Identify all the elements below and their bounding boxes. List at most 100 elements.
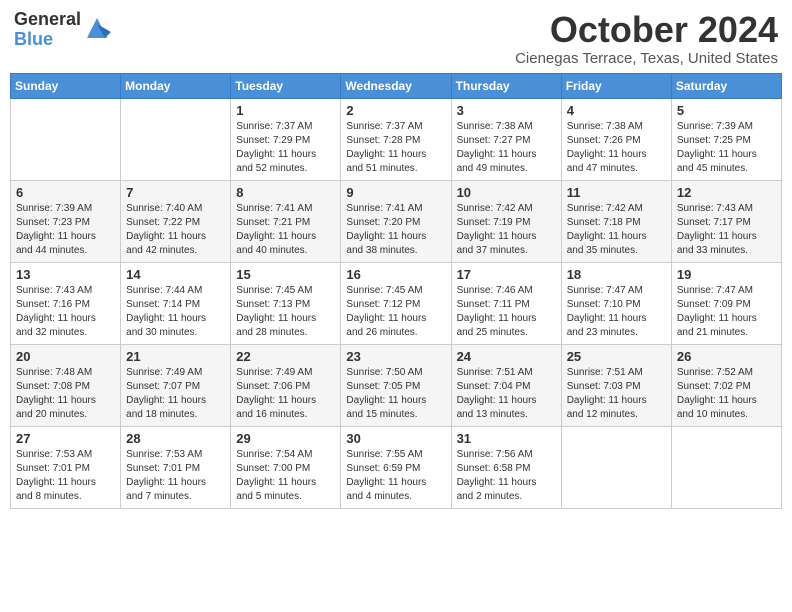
day-info: Sunrise: 7:56 AM Sunset: 6:58 PM Dayligh… [457, 448, 556, 504]
sunset-text: Sunset: 7:20 PM [346, 217, 420, 228]
day-number: 26 [677, 349, 776, 364]
day-number: 8 [236, 185, 335, 200]
daylight-text: Daylight: 11 hours and 4 minutes. [346, 477, 426, 502]
sunrise-text: Sunrise: 7:45 AM [236, 285, 312, 296]
day-info: Sunrise: 7:37 AM Sunset: 7:29 PM Dayligh… [236, 120, 335, 176]
sunset-text: Sunset: 7:03 PM [567, 381, 641, 392]
day-number: 11 [567, 185, 666, 200]
calendar-cell: 23 Sunrise: 7:50 AM Sunset: 7:05 PM Dayl… [341, 344, 451, 426]
calendar-cell: 24 Sunrise: 7:51 AM Sunset: 7:04 PM Dayl… [451, 344, 561, 426]
weekday-header-row: SundayMondayTuesdayWednesdayThursdayFrid… [11, 73, 782, 98]
day-info: Sunrise: 7:53 AM Sunset: 7:01 PM Dayligh… [16, 448, 115, 504]
calendar-cell: 29 Sunrise: 7:54 AM Sunset: 7:00 PM Dayl… [231, 426, 341, 508]
sunset-text: Sunset: 7:17 PM [677, 217, 751, 228]
sunrise-text: Sunrise: 7:38 AM [457, 121, 533, 132]
calendar-cell: 8 Sunrise: 7:41 AM Sunset: 7:21 PM Dayli… [231, 180, 341, 262]
day-info: Sunrise: 7:45 AM Sunset: 7:12 PM Dayligh… [346, 284, 445, 340]
sunset-text: Sunset: 7:26 PM [567, 135, 641, 146]
day-number: 31 [457, 431, 556, 446]
daylight-text: Daylight: 11 hours and 28 minutes. [236, 313, 316, 338]
logo: General Blue [14, 10, 111, 50]
day-info: Sunrise: 7:42 AM Sunset: 7:18 PM Dayligh… [567, 202, 666, 258]
daylight-text: Daylight: 11 hours and 12 minutes. [567, 395, 647, 420]
sunrise-text: Sunrise: 7:42 AM [457, 203, 533, 214]
daylight-text: Daylight: 11 hours and 40 minutes. [236, 231, 316, 256]
calendar-cell: 21 Sunrise: 7:49 AM Sunset: 7:07 PM Dayl… [121, 344, 231, 426]
calendar-cell [671, 426, 781, 508]
sunrise-text: Sunrise: 7:39 AM [16, 203, 92, 214]
day-number: 12 [677, 185, 776, 200]
calendar-week-row: 6 Sunrise: 7:39 AM Sunset: 7:23 PM Dayli… [11, 180, 782, 262]
calendar-cell: 7 Sunrise: 7:40 AM Sunset: 7:22 PM Dayli… [121, 180, 231, 262]
day-number: 29 [236, 431, 335, 446]
sunset-text: Sunset: 7:18 PM [567, 217, 641, 228]
calendar-week-row: 1 Sunrise: 7:37 AM Sunset: 7:29 PM Dayli… [11, 98, 782, 180]
day-number: 17 [457, 267, 556, 282]
day-number: 23 [346, 349, 445, 364]
calendar-cell: 12 Sunrise: 7:43 AM Sunset: 7:17 PM Dayl… [671, 180, 781, 262]
day-info: Sunrise: 7:40 AM Sunset: 7:22 PM Dayligh… [126, 202, 225, 258]
daylight-text: Daylight: 11 hours and 44 minutes. [16, 231, 96, 256]
calendar-cell [121, 98, 231, 180]
calendar-cell: 22 Sunrise: 7:49 AM Sunset: 7:06 PM Dayl… [231, 344, 341, 426]
sunset-text: Sunset: 7:22 PM [126, 217, 200, 228]
day-info: Sunrise: 7:39 AM Sunset: 7:23 PM Dayligh… [16, 202, 115, 258]
day-info: Sunrise: 7:41 AM Sunset: 7:21 PM Dayligh… [236, 202, 335, 258]
sunset-text: Sunset: 6:59 PM [346, 463, 420, 474]
sunrise-text: Sunrise: 7:51 AM [567, 367, 643, 378]
day-number: 3 [457, 103, 556, 118]
sunrise-text: Sunrise: 7:41 AM [236, 203, 312, 214]
sunset-text: Sunset: 6:58 PM [457, 463, 531, 474]
calendar-cell: 17 Sunrise: 7:46 AM Sunset: 7:11 PM Dayl… [451, 262, 561, 344]
day-info: Sunrise: 7:49 AM Sunset: 7:07 PM Dayligh… [126, 366, 225, 422]
day-number: 24 [457, 349, 556, 364]
day-number: 16 [346, 267, 445, 282]
sunrise-text: Sunrise: 7:53 AM [126, 449, 202, 460]
daylight-text: Daylight: 11 hours and 10 minutes. [677, 395, 757, 420]
day-number: 15 [236, 267, 335, 282]
daylight-text: Daylight: 11 hours and 7 minutes. [126, 477, 206, 502]
daylight-text: Daylight: 11 hours and 23 minutes. [567, 313, 647, 338]
calendar-cell [561, 426, 671, 508]
calendar-cell: 10 Sunrise: 7:42 AM Sunset: 7:19 PM Dayl… [451, 180, 561, 262]
calendar-cell: 27 Sunrise: 7:53 AM Sunset: 7:01 PM Dayl… [11, 426, 121, 508]
day-number: 6 [16, 185, 115, 200]
daylight-text: Daylight: 11 hours and 47 minutes. [567, 149, 647, 174]
sunrise-text: Sunrise: 7:41 AM [346, 203, 422, 214]
day-info: Sunrise: 7:42 AM Sunset: 7:19 PM Dayligh… [457, 202, 556, 258]
daylight-text: Daylight: 11 hours and 13 minutes. [457, 395, 537, 420]
weekday-header: Wednesday [341, 73, 451, 98]
daylight-text: Daylight: 11 hours and 52 minutes. [236, 149, 316, 174]
daylight-text: Daylight: 11 hours and 42 minutes. [126, 231, 206, 256]
sunrise-text: Sunrise: 7:43 AM [16, 285, 92, 296]
calendar-cell: 25 Sunrise: 7:51 AM Sunset: 7:03 PM Dayl… [561, 344, 671, 426]
calendar-cell: 1 Sunrise: 7:37 AM Sunset: 7:29 PM Dayli… [231, 98, 341, 180]
day-number: 18 [567, 267, 666, 282]
calendar-week-row: 27 Sunrise: 7:53 AM Sunset: 7:01 PM Dayl… [11, 426, 782, 508]
sunrise-text: Sunrise: 7:38 AM [567, 121, 643, 132]
day-number: 1 [236, 103, 335, 118]
sunrise-text: Sunrise: 7:55 AM [346, 449, 422, 460]
sunrise-text: Sunrise: 7:50 AM [346, 367, 422, 378]
daylight-text: Daylight: 11 hours and 21 minutes. [677, 313, 757, 338]
logo-general-text: General [14, 10, 81, 30]
day-info: Sunrise: 7:49 AM Sunset: 7:06 PM Dayligh… [236, 366, 335, 422]
day-number: 25 [567, 349, 666, 364]
sunrise-text: Sunrise: 7:52 AM [677, 367, 753, 378]
sunset-text: Sunset: 7:00 PM [236, 463, 310, 474]
sunrise-text: Sunrise: 7:40 AM [126, 203, 202, 214]
sunset-text: Sunset: 7:11 PM [457, 299, 530, 310]
calendar-cell: 6 Sunrise: 7:39 AM Sunset: 7:23 PM Dayli… [11, 180, 121, 262]
calendar-cell: 19 Sunrise: 7:47 AM Sunset: 7:09 PM Dayl… [671, 262, 781, 344]
sunrise-text: Sunrise: 7:47 AM [567, 285, 643, 296]
calendar-cell: 20 Sunrise: 7:48 AM Sunset: 7:08 PM Dayl… [11, 344, 121, 426]
day-info: Sunrise: 7:53 AM Sunset: 7:01 PM Dayligh… [126, 448, 225, 504]
calendar-cell: 9 Sunrise: 7:41 AM Sunset: 7:20 PM Dayli… [341, 180, 451, 262]
day-info: Sunrise: 7:43 AM Sunset: 7:16 PM Dayligh… [16, 284, 115, 340]
sunset-text: Sunset: 7:29 PM [236, 135, 310, 146]
daylight-text: Daylight: 11 hours and 20 minutes. [16, 395, 96, 420]
day-info: Sunrise: 7:51 AM Sunset: 7:03 PM Dayligh… [567, 366, 666, 422]
sunset-text: Sunset: 7:09 PM [677, 299, 751, 310]
sunrise-text: Sunrise: 7:43 AM [677, 203, 753, 214]
day-number: 21 [126, 349, 225, 364]
